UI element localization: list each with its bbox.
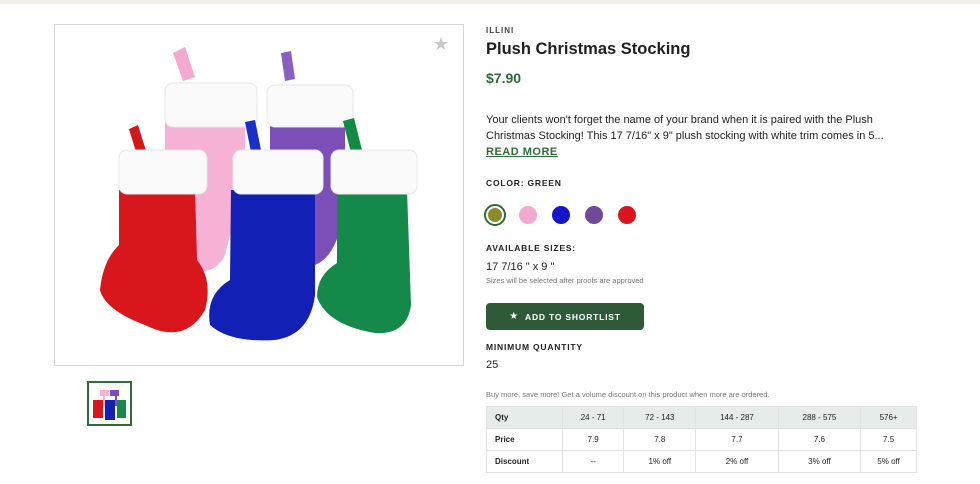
color-swatches [484, 204, 651, 226]
table-cell: 7.6 [777, 428, 862, 451]
color-label: COLOR: GREEN [486, 178, 562, 188]
table-cell: -- [561, 450, 625, 473]
table-cell: 24 - 71 [561, 406, 625, 429]
table-cell: 5% off [860, 450, 917, 473]
favorite-star-icon[interactable]: ★ [433, 35, 449, 53]
table-cell: 7.5 [860, 428, 917, 451]
stockings-illustration [100, 47, 418, 341]
add-to-shortlist-button[interactable]: ★ ADD TO SHORTLIST [486, 303, 644, 330]
product-title: Plush Christmas Stocking [486, 40, 691, 58]
top-bar [0, 0, 980, 4]
table-cell: 144 - 287 [695, 406, 779, 429]
product-image: ★ [54, 24, 464, 366]
table-cell: 7.8 [623, 428, 697, 451]
table-cell: 7.9 [561, 428, 625, 451]
swatch-pink[interactable] [519, 206, 537, 224]
brand-name: ILLINI [486, 26, 515, 35]
table-cell: Price [486, 428, 563, 451]
product-price: $7.90 [486, 70, 522, 86]
star-icon: ★ [509, 311, 519, 322]
table-cell: 2% off [695, 450, 779, 473]
table-cell: 72 - 143 [623, 406, 697, 429]
product-thumbnail[interactable] [87, 381, 132, 426]
sizes-value: 17 7/16 " x 9 " [486, 261, 555, 273]
minimum-quantity-label: MINIMUM QUANTITY [486, 342, 583, 352]
sizes-note: Sizes will be selected after proofs are … [486, 276, 644, 285]
table-cell: 1% off [623, 450, 697, 473]
table-cell: 7.7 [695, 428, 779, 451]
table-cell: Discount [486, 450, 563, 473]
table-cell: Qty [486, 406, 563, 429]
thumbnail-image [93, 390, 126, 420]
swatch-red[interactable] [618, 206, 636, 224]
swatch-green[interactable] [484, 204, 506, 226]
minimum-quantity-value: 25 [486, 359, 499, 371]
volume-discount-note: Buy more, save more! Get a volume discou… [486, 390, 770, 399]
swatch-purple[interactable] [585, 206, 603, 224]
shortlist-button-label: ADD TO SHORTLIST [525, 311, 621, 322]
pricing-table: Qty 24 - 71 72 - 143 144 - 287 288 - 575… [486, 406, 917, 473]
product-description: Your clients won't forget the name of yo… [486, 114, 884, 142]
read-more-link[interactable]: READ MORE [486, 146, 558, 158]
price-row: Price 7.9 7.8 7.7 7.6 7.5 [486, 428, 917, 451]
pricing-header-row: Qty 24 - 71 72 - 143 144 - 287 288 - 575… [486, 406, 917, 429]
discount-row: Discount -- 1% off 2% off 3% off 5% off [486, 450, 917, 473]
sizes-label: AVAILABLE SIZES: [486, 243, 576, 253]
table-cell: 3% off [777, 450, 862, 473]
swatch-blue[interactable] [552, 206, 570, 224]
table-cell: 288 - 575 [777, 406, 862, 429]
table-cell: 576+ [860, 406, 917, 429]
